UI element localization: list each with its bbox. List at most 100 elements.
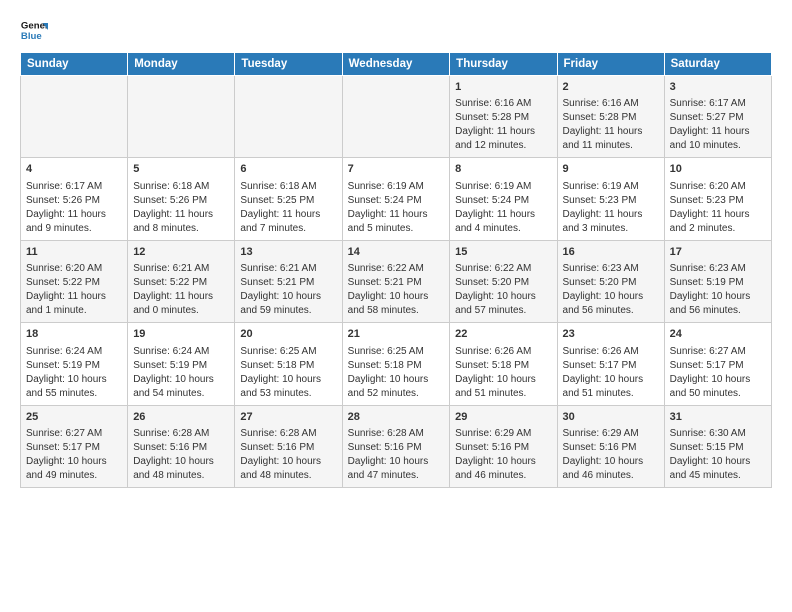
cell-info: Daylight: 10 hours and 54 minutes. <box>133 373 229 401</box>
calendar-cell: 10Sunrise: 6:20 AMSunset: 5:23 PMDayligh… <box>664 158 771 240</box>
cell-info: Sunrise: 6:18 AM <box>240 180 336 194</box>
day-number: 19 <box>133 327 229 342</box>
day-number: 25 <box>26 410 122 425</box>
day-number: 10 <box>670 162 766 177</box>
calendar-week-3: 11Sunrise: 6:20 AMSunset: 5:22 PMDayligh… <box>21 240 772 322</box>
cell-info: Daylight: 10 hours and 45 minutes. <box>670 455 766 483</box>
day-number: 20 <box>240 327 336 342</box>
cell-info: Sunset: 5:21 PM <box>240 276 336 290</box>
cell-info: Sunrise: 6:29 AM <box>455 427 551 441</box>
calendar-cell <box>342 76 450 158</box>
day-number: 17 <box>670 245 766 260</box>
logo: General Blue <box>20 16 50 44</box>
cell-info: Daylight: 10 hours and 48 minutes. <box>240 455 336 483</box>
day-number: 1 <box>455 80 551 95</box>
day-number: 11 <box>26 245 122 260</box>
cell-info: Sunrise: 6:30 AM <box>670 427 766 441</box>
cell-info: Daylight: 11 hours and 7 minutes. <box>240 208 336 236</box>
cell-info: Daylight: 10 hours and 59 minutes. <box>240 290 336 318</box>
header-wednesday: Wednesday <box>342 53 450 76</box>
day-number: 9 <box>563 162 659 177</box>
day-number: 18 <box>26 327 122 342</box>
svg-text:General: General <box>21 20 48 31</box>
header-tuesday: Tuesday <box>235 53 342 76</box>
cell-info: Daylight: 10 hours and 55 minutes. <box>26 373 122 401</box>
cell-info: Daylight: 10 hours and 49 minutes. <box>26 455 122 483</box>
calendar-cell: 27Sunrise: 6:28 AMSunset: 5:16 PMDayligh… <box>235 405 342 487</box>
cell-info: Sunrise: 6:19 AM <box>563 180 659 194</box>
calendar-cell: 5Sunrise: 6:18 AMSunset: 5:26 PMDaylight… <box>128 158 235 240</box>
calendar-cell <box>21 76 128 158</box>
day-number: 3 <box>670 80 766 95</box>
day-number: 30 <box>563 410 659 425</box>
cell-info: Daylight: 11 hours and 9 minutes. <box>26 208 122 236</box>
cell-info: Sunrise: 6:22 AM <box>455 262 551 276</box>
day-number: 12 <box>133 245 229 260</box>
cell-info: Sunrise: 6:26 AM <box>455 345 551 359</box>
cell-info: Daylight: 11 hours and 3 minutes. <box>563 208 659 236</box>
header-friday: Friday <box>557 53 664 76</box>
cell-info: Sunrise: 6:17 AM <box>26 180 122 194</box>
cell-info: Sunset: 5:17 PM <box>26 441 122 455</box>
cell-info: Sunset: 5:21 PM <box>348 276 445 290</box>
calendar-cell: 15Sunrise: 6:22 AMSunset: 5:20 PMDayligh… <box>450 240 557 322</box>
calendar-cell: 23Sunrise: 6:26 AMSunset: 5:17 PMDayligh… <box>557 323 664 405</box>
header-monday: Monday <box>128 53 235 76</box>
cell-info: Sunrise: 6:19 AM <box>348 180 445 194</box>
cell-info: Sunrise: 6:21 AM <box>240 262 336 276</box>
day-number: 26 <box>133 410 229 425</box>
cell-info: Sunset: 5:17 PM <box>563 359 659 373</box>
cell-info: Sunset: 5:19 PM <box>133 359 229 373</box>
calendar-cell: 1Sunrise: 6:16 AMSunset: 5:28 PMDaylight… <box>450 76 557 158</box>
calendar-cell: 29Sunrise: 6:29 AMSunset: 5:16 PMDayligh… <box>450 405 557 487</box>
cell-info: Sunset: 5:16 PM <box>455 441 551 455</box>
calendar-header-row: SundayMondayTuesdayWednesdayThursdayFrid… <box>21 53 772 76</box>
cell-info: Sunset: 5:16 PM <box>133 441 229 455</box>
cell-info: Sunrise: 6:28 AM <box>348 427 445 441</box>
calendar-cell: 13Sunrise: 6:21 AMSunset: 5:21 PMDayligh… <box>235 240 342 322</box>
cell-info: Sunset: 5:16 PM <box>563 441 659 455</box>
cell-info: Sunrise: 6:28 AM <box>133 427 229 441</box>
day-number: 23 <box>563 327 659 342</box>
cell-info: Daylight: 10 hours and 52 minutes. <box>348 373 445 401</box>
day-number: 27 <box>240 410 336 425</box>
header-saturday: Saturday <box>664 53 771 76</box>
cell-info: Daylight: 10 hours and 56 minutes. <box>563 290 659 318</box>
cell-info: Sunset: 5:23 PM <box>563 194 659 208</box>
cell-info: Sunset: 5:19 PM <box>670 276 766 290</box>
cell-info: Daylight: 11 hours and 2 minutes. <box>670 208 766 236</box>
cell-info: Sunrise: 6:25 AM <box>240 345 336 359</box>
cell-info: Sunset: 5:25 PM <box>240 194 336 208</box>
day-number: 14 <box>348 245 445 260</box>
calendar-cell: 12Sunrise: 6:21 AMSunset: 5:22 PMDayligh… <box>128 240 235 322</box>
day-number: 4 <box>26 162 122 177</box>
cell-info: Daylight: 10 hours and 51 minutes. <box>455 373 551 401</box>
cell-info: Sunset: 5:24 PM <box>455 194 551 208</box>
calendar-cell: 14Sunrise: 6:22 AMSunset: 5:21 PMDayligh… <box>342 240 450 322</box>
cell-info: Daylight: 10 hours and 50 minutes. <box>670 373 766 401</box>
calendar-cell: 4Sunrise: 6:17 AMSunset: 5:26 PMDaylight… <box>21 158 128 240</box>
cell-info: Sunrise: 6:24 AM <box>133 345 229 359</box>
calendar-week-5: 25Sunrise: 6:27 AMSunset: 5:17 PMDayligh… <box>21 405 772 487</box>
calendar-cell: 22Sunrise: 6:26 AMSunset: 5:18 PMDayligh… <box>450 323 557 405</box>
cell-info: Sunrise: 6:16 AM <box>455 97 551 111</box>
cell-info: Sunrise: 6:27 AM <box>670 345 766 359</box>
cell-info: Sunrise: 6:16 AM <box>563 97 659 111</box>
cell-info: Sunrise: 6:26 AM <box>563 345 659 359</box>
calendar-cell: 7Sunrise: 6:19 AMSunset: 5:24 PMDaylight… <box>342 158 450 240</box>
cell-info: Sunset: 5:20 PM <box>455 276 551 290</box>
cell-info: Sunrise: 6:27 AM <box>26 427 122 441</box>
cell-info: Sunset: 5:16 PM <box>240 441 336 455</box>
calendar-cell <box>128 76 235 158</box>
calendar-table: SundayMondayTuesdayWednesdayThursdayFrid… <box>20 52 772 488</box>
cell-info: Daylight: 11 hours and 11 minutes. <box>563 125 659 153</box>
day-number: 24 <box>670 327 766 342</box>
day-number: 22 <box>455 327 551 342</box>
cell-info: Daylight: 10 hours and 47 minutes. <box>348 455 445 483</box>
calendar-cell: 21Sunrise: 6:25 AMSunset: 5:18 PMDayligh… <box>342 323 450 405</box>
day-number: 31 <box>670 410 766 425</box>
cell-info: Daylight: 11 hours and 10 minutes. <box>670 125 766 153</box>
calendar-cell: 19 Sunrise: 6:24 AMSunset: 5:19 PMDayligh… <box>128 323 235 405</box>
cell-info: Sunset: 5:28 PM <box>563 111 659 125</box>
cell-info: Sunrise: 6:22 AM <box>348 262 445 276</box>
